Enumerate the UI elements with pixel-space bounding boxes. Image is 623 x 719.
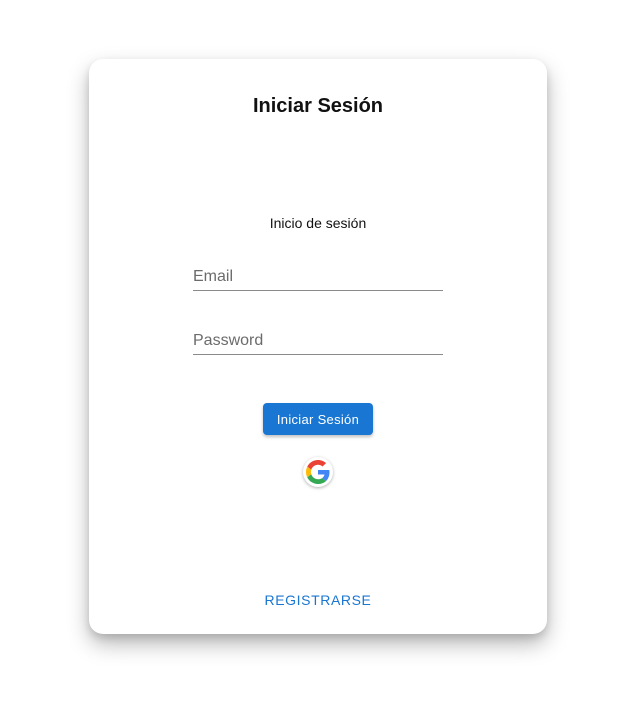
google-g-icon xyxy=(306,460,330,484)
form-subtitle: Inicio de sesión xyxy=(269,215,367,231)
login-button-label: Iniciar Sesión xyxy=(276,411,360,427)
password-field-wrapper xyxy=(193,328,443,355)
password-field[interactable] xyxy=(193,328,443,354)
google-signin-button[interactable] xyxy=(303,457,333,487)
login-button[interactable]: Iniciar Sesión xyxy=(263,403,373,435)
email-field[interactable] xyxy=(193,264,443,290)
page-title: Iniciar Sesión xyxy=(252,95,384,117)
login-card: Iniciar Sesión Inicio de sesión Iniciar … xyxy=(89,59,547,634)
email-field-wrapper xyxy=(193,264,443,291)
register-link[interactable]: REGISTRARSE xyxy=(89,592,547,608)
